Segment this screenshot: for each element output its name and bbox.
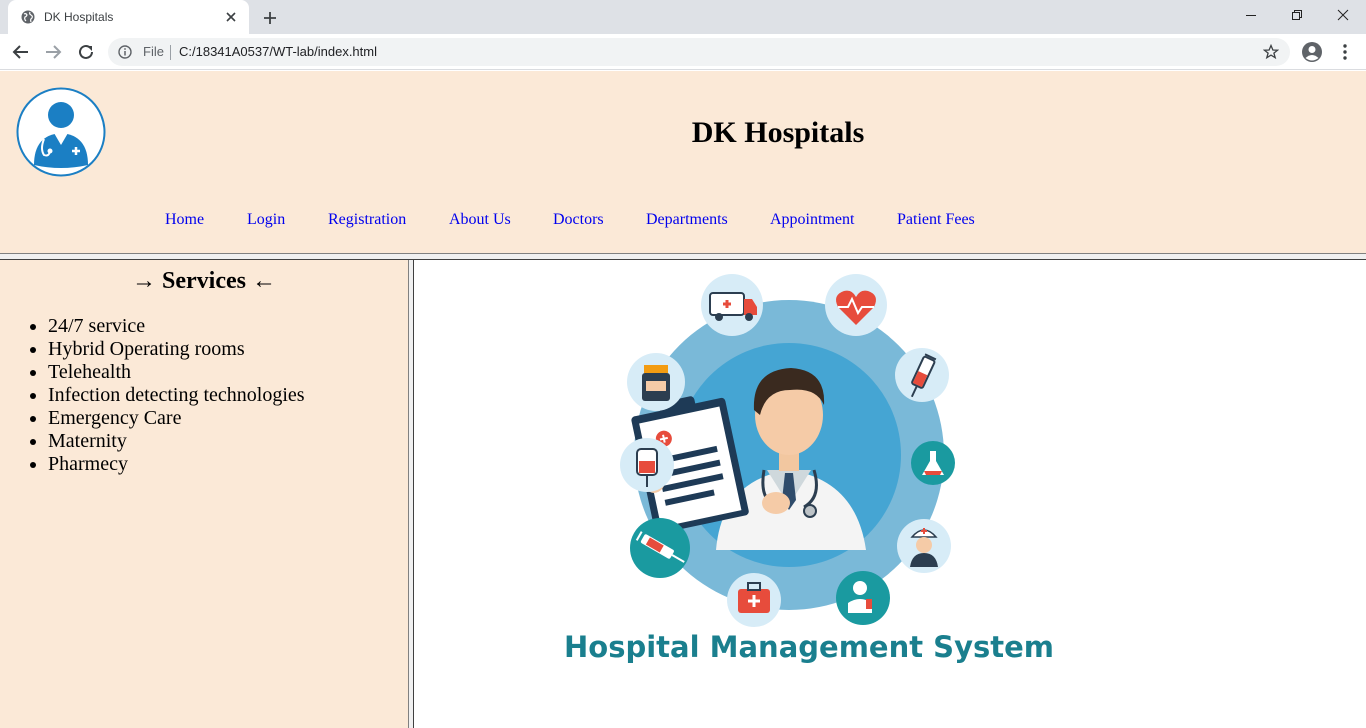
nav-link-patient-fees[interactable]: Patient Fees bbox=[897, 211, 975, 229]
info-icon[interactable] bbox=[118, 45, 132, 59]
restore-icon bbox=[1292, 10, 1302, 20]
star-icon[interactable] bbox=[1263, 44, 1279, 60]
nav-link-registration[interactable]: Registration bbox=[328, 211, 406, 229]
nav-link-login[interactable]: Login bbox=[247, 211, 285, 229]
service-item: Pharmecy bbox=[48, 453, 305, 476]
back-icon[interactable] bbox=[10, 41, 32, 63]
first-aid-kit-icon bbox=[727, 573, 781, 627]
service-item: Maternity bbox=[48, 430, 305, 453]
syringe-icon bbox=[895, 348, 949, 402]
plus-icon[interactable] bbox=[259, 7, 281, 29]
main-frame: Hospital Management System bbox=[414, 260, 1366, 728]
close-icon bbox=[1337, 9, 1349, 21]
frame-divider-horizontal[interactable] bbox=[0, 253, 1366, 260]
nav-link-departments[interactable]: Departments bbox=[646, 211, 728, 229]
browser-tab[interactable]: DK Hospitals bbox=[8, 0, 249, 34]
reload-icon[interactable] bbox=[75, 41, 97, 63]
services-list: 24/7 service Hybrid Operating rooms Tele… bbox=[48, 315, 305, 476]
service-item: 24/7 service bbox=[48, 315, 305, 338]
close-icon[interactable] bbox=[222, 8, 240, 26]
restore-button[interactable] bbox=[1274, 0, 1320, 32]
service-item: Infection detecting technologies bbox=[48, 384, 305, 407]
more-icon[interactable] bbox=[1336, 42, 1354, 62]
nav-link-doctors[interactable]: Doctors bbox=[553, 211, 604, 229]
service-item: Emergency Care bbox=[48, 407, 305, 430]
nav-link-home[interactable]: Home bbox=[165, 211, 204, 229]
service-item: Telehealth bbox=[48, 361, 305, 384]
window-close-button[interactable] bbox=[1320, 0, 1366, 32]
url-text[interactable]: C:/18341A0537/WT-lab/index.html bbox=[179, 44, 377, 59]
url-separator bbox=[170, 45, 171, 60]
patient-icon bbox=[836, 571, 890, 625]
globe-icon bbox=[21, 10, 35, 24]
hospital-hero-image bbox=[620, 274, 955, 627]
url-scheme: File bbox=[143, 44, 164, 59]
header-frame: DK Hospitals Home Login Registration Abo… bbox=[0, 71, 1366, 253]
heart-rate-icon bbox=[825, 274, 887, 336]
minimize-icon bbox=[1246, 15, 1256, 16]
nav-link-appointment[interactable]: Appointment bbox=[770, 211, 854, 229]
services-heading: → Services ← bbox=[132, 268, 276, 294]
nurse-icon bbox=[897, 519, 951, 573]
services-frame: → Services ← 24/7 service Hybrid Operati… bbox=[0, 260, 408, 728]
tab-title: DK Hospitals bbox=[44, 10, 114, 24]
site-title: DK Hospitals bbox=[691, 116, 865, 149]
iv-bag-icon bbox=[620, 438, 674, 492]
nav-link-about-us[interactable]: About Us bbox=[449, 211, 511, 229]
address-bar[interactable]: File C:/18341A0537/WT-lab/index.html bbox=[108, 38, 1290, 66]
service-item: Hybrid Operating rooms bbox=[48, 338, 305, 361]
browser-toolbar: File C:/18341A0537/WT-lab/index.html bbox=[0, 34, 1366, 70]
browser-tabstrip: DK Hospitals bbox=[0, 0, 1366, 34]
flask-icon bbox=[911, 441, 955, 485]
profile-icon[interactable] bbox=[1301, 41, 1323, 63]
injection-icon bbox=[630, 518, 690, 578]
medicine-bottle-icon bbox=[627, 353, 685, 411]
forward-icon[interactable] bbox=[42, 41, 64, 63]
hero-caption: Hospital Management System bbox=[564, 630, 1054, 664]
minimize-button[interactable] bbox=[1228, 0, 1274, 32]
ambulance-icon bbox=[701, 274, 763, 336]
